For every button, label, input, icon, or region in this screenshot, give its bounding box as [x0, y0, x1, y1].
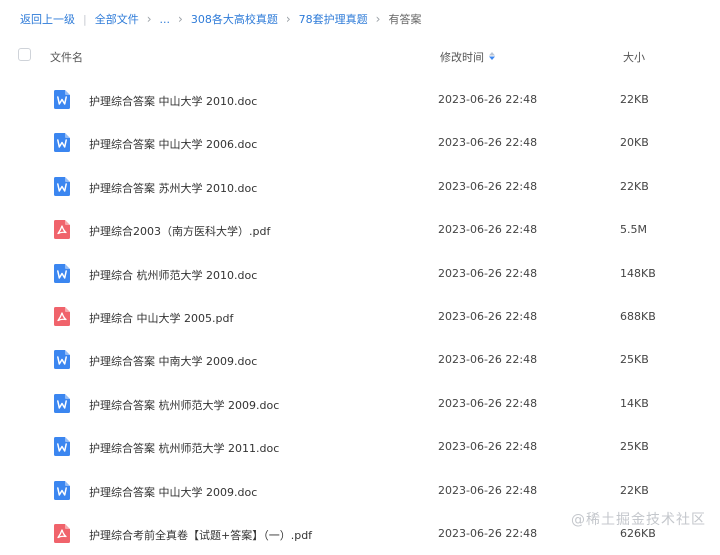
- file-modified-time: 2023-06-26 22:48: [438, 396, 538, 410]
- file-modified-time: 2023-06-26 22:48: [438, 527, 538, 540]
- chevron-right-icon: ›: [146, 12, 152, 26]
- file-size: 688KB: [620, 310, 656, 323]
- file-modified-time: 2023-06-26 22:48: [438, 223, 538, 237]
- file-row[interactable]: 护理综合 中山大学 2005.pdf 2023-06-26 22:48 688KB: [0, 295, 720, 338]
- back-link[interactable]: 返回上一级: [20, 11, 75, 27]
- column-header-size[interactable]: 大小: [623, 49, 645, 65]
- file-row[interactable]: 护理综合答案 中山大学 2009.doc 2023-06-26 22:48 22KB: [0, 469, 720, 512]
- file-modified-time: 2023-06-26 22:48: [438, 483, 538, 497]
- file-modified-time: 2023-06-26 22:48: [438, 179, 538, 193]
- file-size: 5.5M: [620, 223, 647, 237]
- chevron-right-icon: ›: [285, 12, 291, 26]
- word-file-icon: [54, 263, 70, 283]
- word-file-icon: [54, 350, 70, 370]
- breadcrumb-ellipsis[interactable]: ...: [160, 13, 171, 26]
- word-file-icon: [54, 480, 70, 500]
- file-name[interactable]: 护理综合答案 苏州大学 2010.doc: [89, 180, 257, 196]
- breadcrumb-divider: |: [83, 12, 87, 26]
- word-file-icon: [54, 393, 70, 413]
- sort-icon[interactable]: [487, 51, 497, 61]
- file-size: 22KB: [620, 483, 649, 497]
- file-size: 14KB: [620, 396, 649, 410]
- file-row[interactable]: 护理综合答案 苏州大学 2010.doc 2023-06-26 22:48 22KB: [0, 165, 720, 208]
- file-modified-time: 2023-06-26 22:48: [438, 353, 538, 367]
- file-row[interactable]: 护理综合答案 杭州师范大学 2009.doc 2023-06-26 22:48 14…: [0, 382, 720, 425]
- pdf-file-icon: [54, 307, 70, 326]
- file-row[interactable]: 护理综合答案 杭州师范大学 2011.doc 2023-06-26 22:48 25…: [0, 425, 720, 468]
- watermark: @稀土掘金技术社区: [571, 512, 706, 528]
- file-name[interactable]: 护理综合答案 中南大学 2009.doc: [89, 353, 257, 369]
- column-header-modified[interactable]: 修改时间: [440, 49, 484, 65]
- file-size: 20KB: [620, 136, 649, 150]
- pdf-file-icon: [54, 220, 70, 240]
- breadcrumb-current: 有答案: [388, 13, 422, 26]
- file-name[interactable]: 护理综合2003（南方医科大学）.pdf: [89, 223, 270, 239]
- file-name[interactable]: 护理综合 中山大学 2005.pdf: [89, 310, 233, 326]
- file-modified-time: 2023-06-26 22:48: [438, 266, 538, 280]
- breadcrumb-folder-308[interactable]: 308各大高校真题: [191, 11, 278, 27]
- file-name[interactable]: 护理综合答案 杭州师范大学 2009.doc: [89, 397, 279, 413]
- select-all-checkbox[interactable]: [18, 48, 31, 61]
- file-modified-time: 2023-06-26 22:48: [438, 440, 538, 454]
- word-file-icon: [54, 176, 70, 196]
- file-row[interactable]: 护理综合答案 中南大学 2009.doc 2023-06-26 22:48 25KB: [0, 338, 720, 381]
- column-header-name[interactable]: 文件名: [50, 49, 83, 65]
- breadcrumb: 返回上一级 | 全部文件 › ... › 308各大高校真题 › 78套护理真题…: [20, 11, 421, 27]
- word-file-icon: [54, 133, 70, 153]
- word-file-icon: [54, 90, 70, 109]
- word-file-icon: [54, 437, 70, 457]
- file-row[interactable]: 护理综合答案 中山大学 2006.doc 2023-06-26 22:48 20KB: [0, 121, 720, 164]
- file-name[interactable]: 护理综合答案 中山大学 2006.doc: [89, 136, 257, 152]
- file-modified-time: 2023-06-26 22:48: [438, 310, 538, 323]
- file-row[interactable]: 护理综合2003（南方医科大学）.pdf 2023-06-26 22:48 5.5M: [0, 208, 720, 251]
- chevron-right-icon: ›: [375, 12, 381, 26]
- file-name[interactable]: 护理综合答案 中山大学 2009.doc: [89, 484, 257, 500]
- file-modified-time: 2023-06-26 22:48: [438, 136, 538, 150]
- file-size: 25KB: [620, 440, 649, 454]
- file-size: 22KB: [620, 179, 649, 193]
- all-files-link[interactable]: 全部文件: [95, 11, 139, 27]
- chevron-right-icon: ›: [178, 12, 183, 26]
- file-list-header: 文件名 修改时间 大小: [0, 40, 720, 72]
- file-modified-time: 2023-06-26 22:48: [438, 93, 538, 106]
- pdf-file-icon: [54, 524, 70, 543]
- breadcrumb-folder-78[interactable]: 78套护理真题: [299, 11, 368, 27]
- file-name[interactable]: 护理综合答案 杭州师范大学 2011.doc: [89, 440, 279, 456]
- file-row[interactable]: 护理综合 杭州师范大学 2010.doc 2023-06-26 22:48 148K…: [0, 252, 720, 295]
- file-size: 148KB: [620, 266, 656, 280]
- file-size: 22KB: [620, 93, 649, 106]
- file-row[interactable]: 护理综合答案 中山大学 2010.doc 2023-06-26 22:48 22KB: [0, 78, 720, 121]
- file-name[interactable]: 护理综合 杭州师范大学 2010.doc: [89, 267, 257, 283]
- file-size: 25KB: [620, 353, 649, 367]
- file-name[interactable]: 护理综合答案 中山大学 2010.doc: [89, 93, 257, 109]
